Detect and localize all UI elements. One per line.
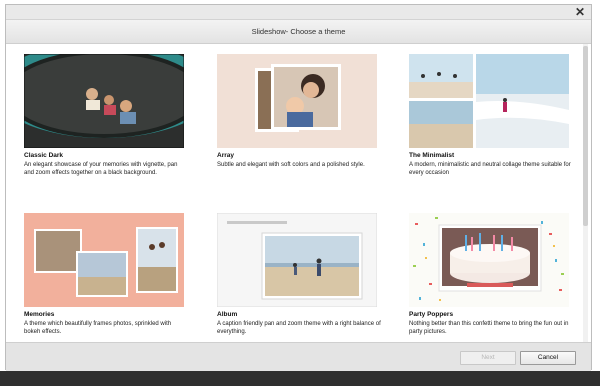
theme-description: Nothing better than this confetti theme … (409, 321, 569, 335)
dialog-title: Slideshow- Choose a theme (6, 20, 591, 44)
dialog-footer: Next Cancel (6, 342, 591, 371)
close-icon[interactable]: ✕ (574, 6, 586, 18)
cancel-button[interactable]: Cancel (520, 351, 576, 365)
theme-name: Memories (24, 311, 55, 318)
theme-name: The Minimalist (409, 152, 455, 159)
theme-name: Party Poppers (409, 311, 454, 318)
taskbar-strip (0, 371, 600, 386)
scrollbar-thumb[interactable] (583, 46, 588, 226)
theme-description: A modern, minimalistic and neutral colla… (409, 162, 571, 176)
theme-thumbnail-array[interactable] (217, 54, 377, 148)
theme-name: Album (217, 311, 238, 318)
theme-name: Classic Dark (24, 152, 64, 159)
theme-thumbnail-album[interactable] (217, 213, 377, 307)
theme-name: Array (217, 152, 234, 159)
theme-dialog: ✕ Slideshow- Choose a theme Classic Dark… (5, 4, 592, 371)
theme-description: A theme which beautifully frames photos,… (24, 321, 172, 335)
theme-grid: Classic Dark An elegant showcase of your… (6, 44, 591, 342)
theme-description: A caption friendly pan and zoom theme wi… (217, 321, 381, 335)
next-button[interactable]: Next (460, 351, 516, 365)
theme-description: Subtle and elegant with soft colors and … (217, 162, 365, 168)
theme-thumbnail-memories[interactable] (24, 213, 184, 307)
theme-thumbnail-classic-dark[interactable] (24, 54, 184, 148)
theme-description: An elegant showcase of your memories wit… (24, 162, 178, 176)
theme-thumbnail-the-minimalist[interactable] (409, 54, 569, 148)
theme-thumbnail-party-poppers[interactable] (409, 213, 569, 307)
window-titlebar: ✕ (6, 5, 591, 20)
vertical-scrollbar[interactable] (583, 44, 588, 342)
